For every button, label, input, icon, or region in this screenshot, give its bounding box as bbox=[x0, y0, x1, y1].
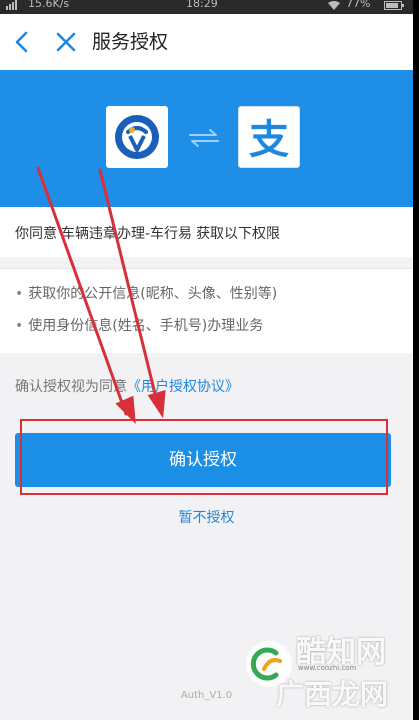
status-time: 18:29 bbox=[186, 0, 218, 10]
confirm-authorize-button[interactable]: 确认授权 bbox=[15, 433, 391, 487]
close-icon[interactable] bbox=[54, 30, 78, 54]
permission-list: • 获取你的公开信息(昵称、头像、性别等) • 使用身份信息(姓名、手机号)办理业务 bbox=[0, 268, 413, 353]
consent-text: 你同意 车辆违章办理-车行易 获取以下权限 bbox=[15, 223, 280, 243]
list-item: • 使用身份信息(姓名、手机号)办理业务 bbox=[15, 315, 263, 335]
bullet-icon: • bbox=[15, 318, 24, 334]
status-bar: 15.6K/s 18:29 77% bbox=[0, 0, 413, 14]
consent-app-name: 车辆违章办理-车行易 bbox=[61, 226, 193, 242]
signal-icon bbox=[6, 0, 17, 10]
swap-arrows-icon bbox=[189, 129, 219, 147]
alipay-logo-graphic: 支 bbox=[249, 117, 289, 163]
deny-authorize-link[interactable]: 暂不授权 bbox=[0, 507, 413, 527]
alipay-logo-icon: 支 bbox=[238, 106, 300, 168]
battery-icon bbox=[384, 1, 404, 10]
app-logo-graphic bbox=[115, 115, 159, 159]
wifi-icon bbox=[328, 1, 340, 10]
permission-text: 获取你的公开信息(昵称、头像、性别等) bbox=[28, 286, 278, 302]
chevron-left-icon[interactable] bbox=[10, 28, 34, 56]
nav-bar: 服务授权 bbox=[0, 14, 413, 70]
list-item: • 获取你的公开信息(昵称、头像、性别等) bbox=[15, 283, 277, 303]
permission-text: 使用身份信息(姓名、手机号)办理业务 bbox=[28, 318, 264, 334]
agreement-notice: 确认授权视为同意《用户授权协议》 bbox=[15, 376, 239, 396]
agreement-prefix: 确认授权视为同意 bbox=[15, 379, 127, 395]
bullet-icon: • bbox=[15, 286, 24, 302]
agreement-link[interactable]: 《用户授权协议》 bbox=[127, 379, 239, 395]
consent-prefix: 你同意 bbox=[15, 226, 57, 242]
app-logo-icon bbox=[106, 106, 168, 168]
watermark: 酷知网 www.coozhi.com 广西龙网 bbox=[246, 627, 406, 711]
watermark-brand-bottom: 广西龙网 bbox=[276, 678, 389, 711]
watermark-url: www.coozhi.com bbox=[298, 664, 357, 672]
consent-section: 你同意 车辆违章办理-车行易 获取以下权限 bbox=[0, 207, 413, 257]
alipay-logo-text: 支 bbox=[249, 117, 289, 163]
network-speed: 15.6K/s bbox=[28, 0, 70, 10]
auth-screen: 15.6K/s 18:29 77% 服务授权 支 你同意 车辆违章办理-车行易 … bbox=[0, 0, 413, 720]
consent-suffix: 获取以下权限 bbox=[196, 226, 281, 242]
page-title: 服务授权 bbox=[92, 31, 169, 53]
auth-banner: 支 bbox=[0, 70, 413, 207]
battery-level: 77% bbox=[346, 0, 371, 10]
